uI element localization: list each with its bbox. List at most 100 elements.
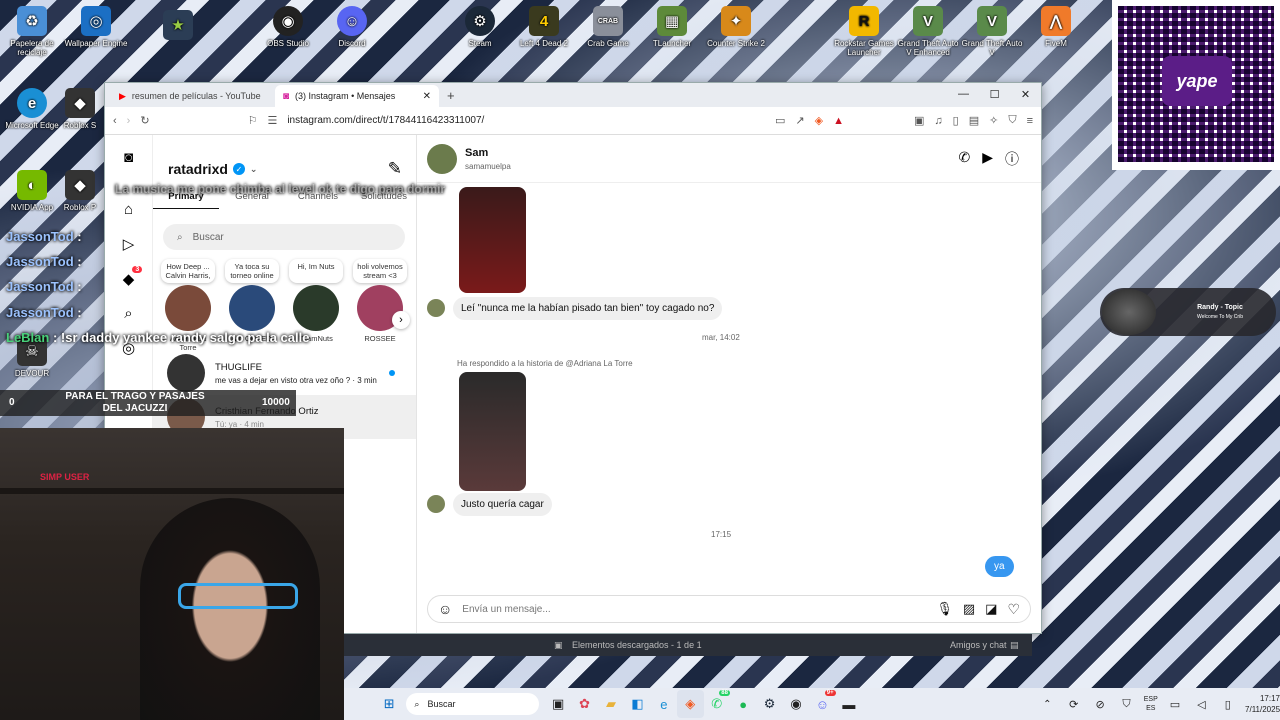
forward-icon[interactable]: ›	[127, 115, 131, 127]
close-icon[interactable]: ✕	[1010, 83, 1041, 105]
chat-header: Sam samamuelpa ✆ ▶ ⓘ	[417, 135, 1041, 183]
new-message-icon[interactable]: ✎	[388, 159, 402, 179]
my-message-bubble[interactable]: ya	[985, 556, 1014, 577]
desktop-icon-wallpaper-engine[interactable]: ◎ Wallpaper Engine	[64, 6, 128, 48]
rewards-icon[interactable]: ▲	[833, 115, 844, 127]
account-switcher[interactable]: ratadrixd ✓ ⌄	[168, 161, 257, 177]
microphone-icon[interactable]: 🎙	[936, 601, 953, 617]
search-nav-icon[interactable]: ⌕	[124, 305, 132, 322]
file-explorer-icon[interactable]: ▰	[598, 690, 624, 718]
cast-icon[interactable]: ▭	[775, 114, 785, 127]
store-icon[interactable]: ◧	[624, 690, 650, 718]
steam-icon[interactable]: ⚙	[756, 690, 782, 718]
brave-icon[interactable]: ◈	[677, 690, 704, 718]
vpn-icon[interactable]: ⛉	[1008, 114, 1016, 127]
maximize-icon[interactable]: ☐	[979, 83, 1010, 105]
brave-shield-icon[interactable]: ◈	[815, 114, 823, 127]
info-icon[interactable]: ⓘ	[1005, 149, 1019, 169]
edge-icon[interactable]: e	[651, 690, 677, 718]
now-playing-widget: Randy - Topic Welcome To My Crib	[1100, 288, 1276, 336]
desktop-icon-steam[interactable]: ⚙ Steam	[448, 6, 512, 48]
whatsapp-icon[interactable]: ✆ 88	[704, 690, 730, 718]
discord-icon[interactable]: ☺ 9+	[809, 690, 836, 718]
image-icon[interactable]: ▨	[963, 601, 975, 617]
tray-app-icon[interactable]: ⟳	[1060, 690, 1086, 718]
story-reply-image[interactable]	[459, 372, 526, 491]
terminal-icon[interactable]: ▬	[836, 690, 862, 718]
notes-next-icon[interactable]: ›	[392, 311, 410, 329]
sidebar-icon[interactable]: ▯	[953, 114, 959, 127]
message-composer[interactable]: ☺ Envía un mensaje... 🎙 ▨ ◪ ♡	[427, 595, 1031, 623]
phone-icon[interactable]: ✆	[958, 149, 970, 169]
url-input[interactable]: instagram.com/direct/t/17844116423311007…	[287, 115, 765, 126]
bookmark-icon[interactable]: ⚐	[248, 114, 258, 127]
new-tab-button[interactable]: +	[439, 88, 463, 107]
display-icon[interactable]: ▭	[1162, 690, 1188, 718]
tray-security-icon[interactable]: ⛉	[1113, 690, 1139, 718]
clock[interactable]: 17:17 7/11/2025	[1245, 693, 1280, 715]
sticker-icon[interactable]: ◪	[985, 601, 997, 617]
message-bubble[interactable]: Justo quería cagar	[453, 493, 552, 516]
desktop-icon-tlauncher[interactable]: ▦ TLauncher	[640, 6, 704, 48]
tray-chevron-icon[interactable]: ⌃	[1034, 690, 1060, 718]
battery-icon[interactable]: ▯	[1215, 690, 1241, 718]
messages-icon[interactable]: ◆ 3	[123, 266, 143, 288]
language-indicator[interactable]: ESP ES	[1144, 695, 1158, 713]
thread-item[interactable]: THUGLIFE me vas a dejar en visto otra ve…	[153, 351, 416, 395]
spotify-icon[interactable]: ●	[730, 690, 756, 718]
download-status[interactable]: Elementos descargados - 1 de 1	[572, 640, 702, 650]
minecraft-icon: ▦	[657, 6, 687, 36]
music-icon[interactable]: ♫	[934, 115, 942, 127]
track-title: Welcome To My Crib	[1197, 314, 1243, 320]
start-icon[interactable]: ⊞	[376, 690, 402, 718]
desktop-icon-obs[interactable]: ◉ OBS Studio	[256, 6, 320, 48]
task-view-icon[interactable]: ▣	[545, 690, 571, 718]
reels-icon[interactable]: ▷	[123, 235, 135, 253]
desktop-icon-rockstar[interactable]: R Rockstar Games Launcher	[832, 6, 896, 57]
share-icon[interactable]: ↗	[795, 114, 804, 127]
emoji-icon[interactable]: ☺	[438, 601, 452, 617]
tab-youtube[interactable]: ▶ resumen de películas - YouTube	[111, 85, 275, 107]
wallet-icon[interactable]: ▤	[969, 114, 979, 127]
copilot-icon[interactable]: ✿	[571, 690, 597, 718]
desktop-icon-star[interactable]: ★	[146, 10, 210, 43]
reader-icon[interactable]: ▣	[914, 114, 924, 127]
site-info-icon[interactable]: ☰	[267, 114, 277, 127]
menu-icon[interactable]: ≡	[1027, 115, 1033, 127]
desktop-icon-gta[interactable]: V Grand Theft Auto V	[960, 6, 1024, 57]
desktop-icon-l4d2[interactable]: 4 Left 4 Dead 2	[512, 6, 576, 48]
volume-icon[interactable]: ◁	[1188, 690, 1214, 718]
obs-icon[interactable]: ◉	[783, 690, 809, 718]
taskbar-search[interactable]: ⌕ Buscar	[406, 693, 539, 715]
story-reply-image[interactable]	[459, 187, 526, 293]
avatar[interactable]	[427, 143, 457, 174]
desktop-icon-crab-game[interactable]: CRAB Crab Game	[576, 6, 640, 48]
tab-instagram[interactable]: ◙ (3) Instagram • Mensajes ✕	[275, 85, 439, 107]
instagram-logo-icon[interactable]: ◙	[124, 149, 133, 166]
desktop-icon-edge[interactable]: e Microsoft Edge	[0, 88, 64, 130]
note-item[interactable]: holi volvemos stream <3 ROSSEE	[353, 259, 407, 352]
desktop-icon-roblox-s[interactable]: ◆ Roblox S	[56, 88, 104, 130]
minimize-icon[interactable]: —	[948, 83, 979, 105]
leo-icon[interactable]: ✧	[989, 114, 998, 127]
friends-chat-button[interactable]: Amigos y chat	[950, 640, 1007, 650]
tray-network-off-icon[interactable]: ⊘	[1087, 690, 1113, 718]
back-icon[interactable]: ‹	[113, 115, 117, 127]
desktop-icon-gta-enhanced[interactable]: V Grand Theft Auto V Enhanced	[896, 6, 960, 57]
desktop-icon-cs2[interactable]: ✦ Counter Strike 2	[704, 6, 768, 48]
message-bubble[interactable]: Leí "nunca me la habían pisado tan bien"…	[453, 297, 723, 320]
home-icon[interactable]: ⌂	[124, 201, 133, 218]
inbox-search-input[interactable]: ⌕ Buscar	[163, 224, 405, 250]
desktop-icon-roblox-p[interactable]: ◆ Roblox P	[56, 170, 104, 212]
desktop-icon-discord[interactable]: ☺ Discord	[320, 6, 384, 48]
video-call-icon[interactable]: ▶	[982, 149, 993, 169]
desktop-icon-recycle-bin[interactable]: ♻ Papelera de reciclaje	[0, 6, 64, 57]
heart-icon[interactable]: ♡	[1007, 601, 1020, 618]
qr-pattern: yape	[1118, 6, 1274, 162]
chat-contact-name[interactable]: Sam	[465, 147, 511, 159]
close-tab-icon[interactable]: ✕	[423, 91, 431, 102]
message-input[interactable]: Envía un mensaje...	[462, 604, 926, 615]
desktop-icon-fivem[interactable]: ⋀ FiveM	[1024, 6, 1088, 48]
desktop-icon-nvidia[interactable]: ◐ NVIDIA App	[0, 170, 64, 212]
reload-icon[interactable]: ↻	[140, 114, 149, 127]
